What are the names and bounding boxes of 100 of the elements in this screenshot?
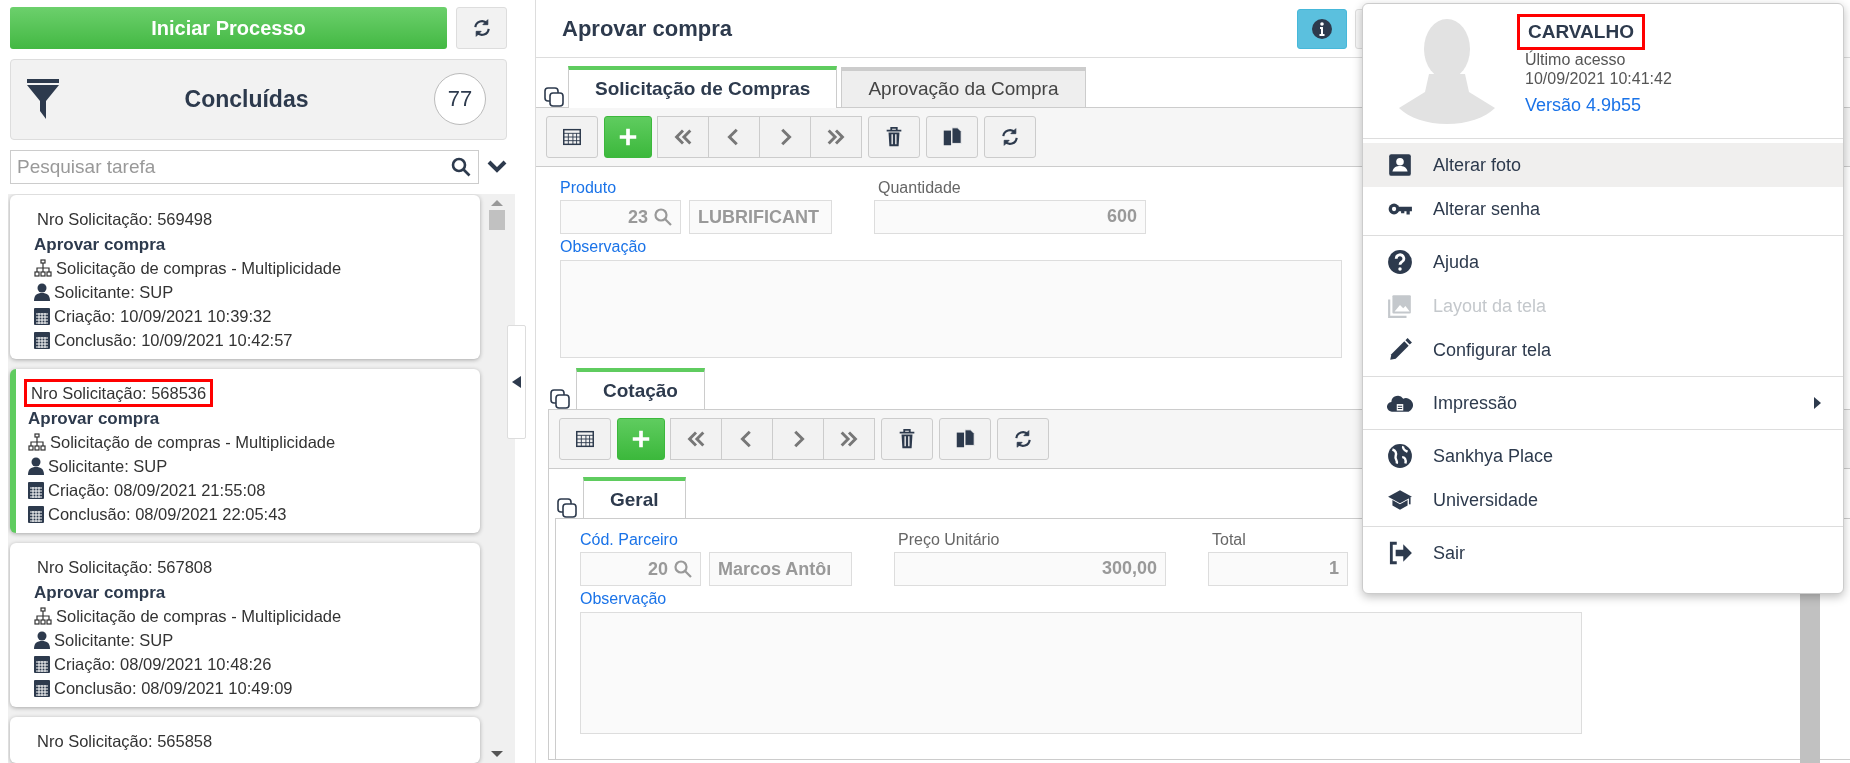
add-button[interactable] (604, 116, 652, 158)
tab[interactable]: Geral (583, 477, 686, 519)
created-date: Criação: 10/09/2021 10:39:32 (54, 305, 272, 327)
user-icon (34, 282, 50, 301)
process-name: Solicitação de compras - Multiplicidade (56, 605, 342, 627)
completed-date: Conclusão: 08/09/2021 22:05:43 (48, 503, 287, 525)
request-number: Nro Solicitação: 568536 (24, 378, 214, 407)
info-button[interactable] (1297, 8, 1347, 49)
user-name: CARVALHO (1517, 14, 1645, 50)
calendar-icon (34, 678, 50, 697)
table-icon (561, 126, 583, 148)
notes-field[interactable] (560, 260, 1342, 358)
refresh-icon (1000, 127, 1020, 147)
refresh-button[interactable] (456, 7, 507, 49)
caret-right-icon (1814, 397, 1821, 409)
copy-window-icon[interactable] (557, 498, 577, 518)
task-card[interactable]: Nro Solicitação: 568536 Aprovar compra Solicitação de compras - Multiplicidade Solicitante: SUP Criação: 08/09/2021 21:55:08 Conclusão: 08/09/2021 22:05:43 (10, 368, 480, 533)
task-count: 77 (434, 73, 486, 126)
copy-window-icon[interactable] (544, 87, 564, 107)
scroll-thumb[interactable] (489, 209, 505, 230)
help-icon (1387, 249, 1413, 275)
duplicate-button[interactable] (939, 418, 991, 460)
field-label: Total (1212, 531, 1247, 549)
menu-item[interactable]: Universidade (1363, 478, 1843, 522)
menu-item[interactable]: Sankhya Place (1363, 434, 1843, 478)
previous-button[interactable] (708, 116, 760, 158)
created-date: Criação: 08/09/2021 10:48:26 (54, 653, 272, 675)
completed-date: Conclusão: 10/09/2021 10:42:57 (54, 329, 293, 351)
calendar-icon (34, 654, 50, 673)
add-button[interactable] (617, 418, 665, 460)
delete-button[interactable] (881, 418, 933, 460)
refresh-button[interactable] (984, 116, 1036, 158)
images-icon (1387, 293, 1413, 319)
completed-date: Conclusão: 08/09/2021 10:49:09 (54, 677, 293, 699)
grid-view-button[interactable] (559, 418, 611, 460)
next-button[interactable] (759, 116, 811, 158)
requester-text: Solicitante: SUP (48, 455, 168, 477)
tab[interactable]: Cotação (576, 368, 705, 410)
menu-item[interactable]: Configurar tela (1363, 328, 1843, 372)
copy-window-icon[interactable] (550, 389, 570, 409)
menu-item[interactable]: Sair (1363, 531, 1843, 575)
task-card[interactable]: Nro Solicitação: 565858 (10, 716, 480, 763)
previous-button[interactable] (721, 418, 773, 460)
process-name: Solicitação de compras - Multiplicidade (50, 431, 336, 453)
copy-icon (941, 126, 963, 148)
menu-item[interactable]: Impressão (1363, 381, 1843, 425)
first-button[interactable] (657, 116, 709, 158)
requester-text: Solicitante: SUP (54, 629, 174, 651)
menu-item[interactable]: Alterar senha (1363, 187, 1843, 231)
refresh-button[interactable] (997, 418, 1049, 460)
calendar-icon (28, 480, 44, 499)
user-icon (34, 630, 50, 649)
task-card[interactable]: Nro Solicitação: 569498 Aprovar compra Solicitação de compras - Multiplicidade Solicitante: SUP Criação: 10/09/2021 10:39:32 Conclusão: 10/09/2021 10:42:57 (10, 194, 480, 359)
field-label: Preço Unitário (898, 531, 1001, 549)
search-field[interactable]: Pesquisar tarefa (10, 149, 479, 184)
calendar-icon (34, 306, 50, 325)
request-number: Nro Solicitação: 567808 (36, 556, 214, 578)
next-button[interactable] (772, 418, 824, 460)
refresh-icon (1013, 429, 1033, 449)
chevron-down-icon[interactable] (487, 158, 507, 175)
last-button[interactable] (823, 418, 875, 460)
duplicate-button[interactable] (926, 116, 978, 158)
request-number: Nro Solicitação: 569498 (36, 208, 214, 230)
tab[interactable]: Solicitação de Compras (568, 66, 838, 108)
menu-item[interactable]: Alterar foto (1363, 143, 1843, 187)
task-card[interactable]: Nro Solicitação: 567808 Aprovar compra Solicitação de compras - Multiplicidade Solicitante: SUP Criação: 08/09/2021 10:48:26 Conclusão: 08/09/2021 10:49:09 (10, 542, 480, 707)
pencil-icon (1387, 337, 1413, 363)
grid-view-button[interactable] (546, 116, 598, 158)
filter-icon[interactable] (27, 79, 59, 120)
plus-icon (630, 428, 652, 450)
calendar-icon (34, 330, 50, 349)
process-name: Solicitação de compras - Multiplicidade (56, 257, 342, 279)
field-label: Quantidade (878, 179, 962, 197)
plus-icon (617, 126, 639, 148)
info-icon (1311, 17, 1333, 40)
field-label: Cód. Parceiro (580, 531, 679, 549)
version-link[interactable]: Versão 4.9b55 (1525, 95, 1672, 116)
refresh-icon (471, 18, 492, 38)
collapse-handle[interactable] (507, 325, 526, 439)
field-label: Observação (580, 590, 668, 608)
task-title: Aprovar compra (28, 408, 161, 429)
copy-icon (954, 428, 976, 450)
table-icon (574, 428, 596, 450)
notes-field[interactable] (580, 612, 1582, 734)
menu-item[interactable]: Ajuda (1363, 240, 1843, 284)
delete-button[interactable] (868, 116, 920, 158)
last-button[interactable] (810, 116, 862, 158)
scroll-down-icon[interactable] (491, 751, 503, 759)
hierarchy-icon (34, 258, 52, 277)
hierarchy-icon (28, 432, 46, 451)
field-label: Produto (560, 179, 618, 197)
field-label: Observação (560, 238, 648, 256)
search-icon[interactable] (451, 156, 471, 177)
last-access-time: 10/09/2021 10:41:42 (1525, 70, 1672, 88)
task-title: Aprovar compra (34, 234, 167, 255)
task-title: Aprovar compra (34, 582, 167, 603)
first-button[interactable] (670, 418, 722, 460)
portrait-icon (1387, 152, 1413, 178)
request-number: Nro Solicitação: 565858 (36, 730, 214, 752)
tab[interactable]: Aprovação da Compra (841, 67, 1086, 107)
